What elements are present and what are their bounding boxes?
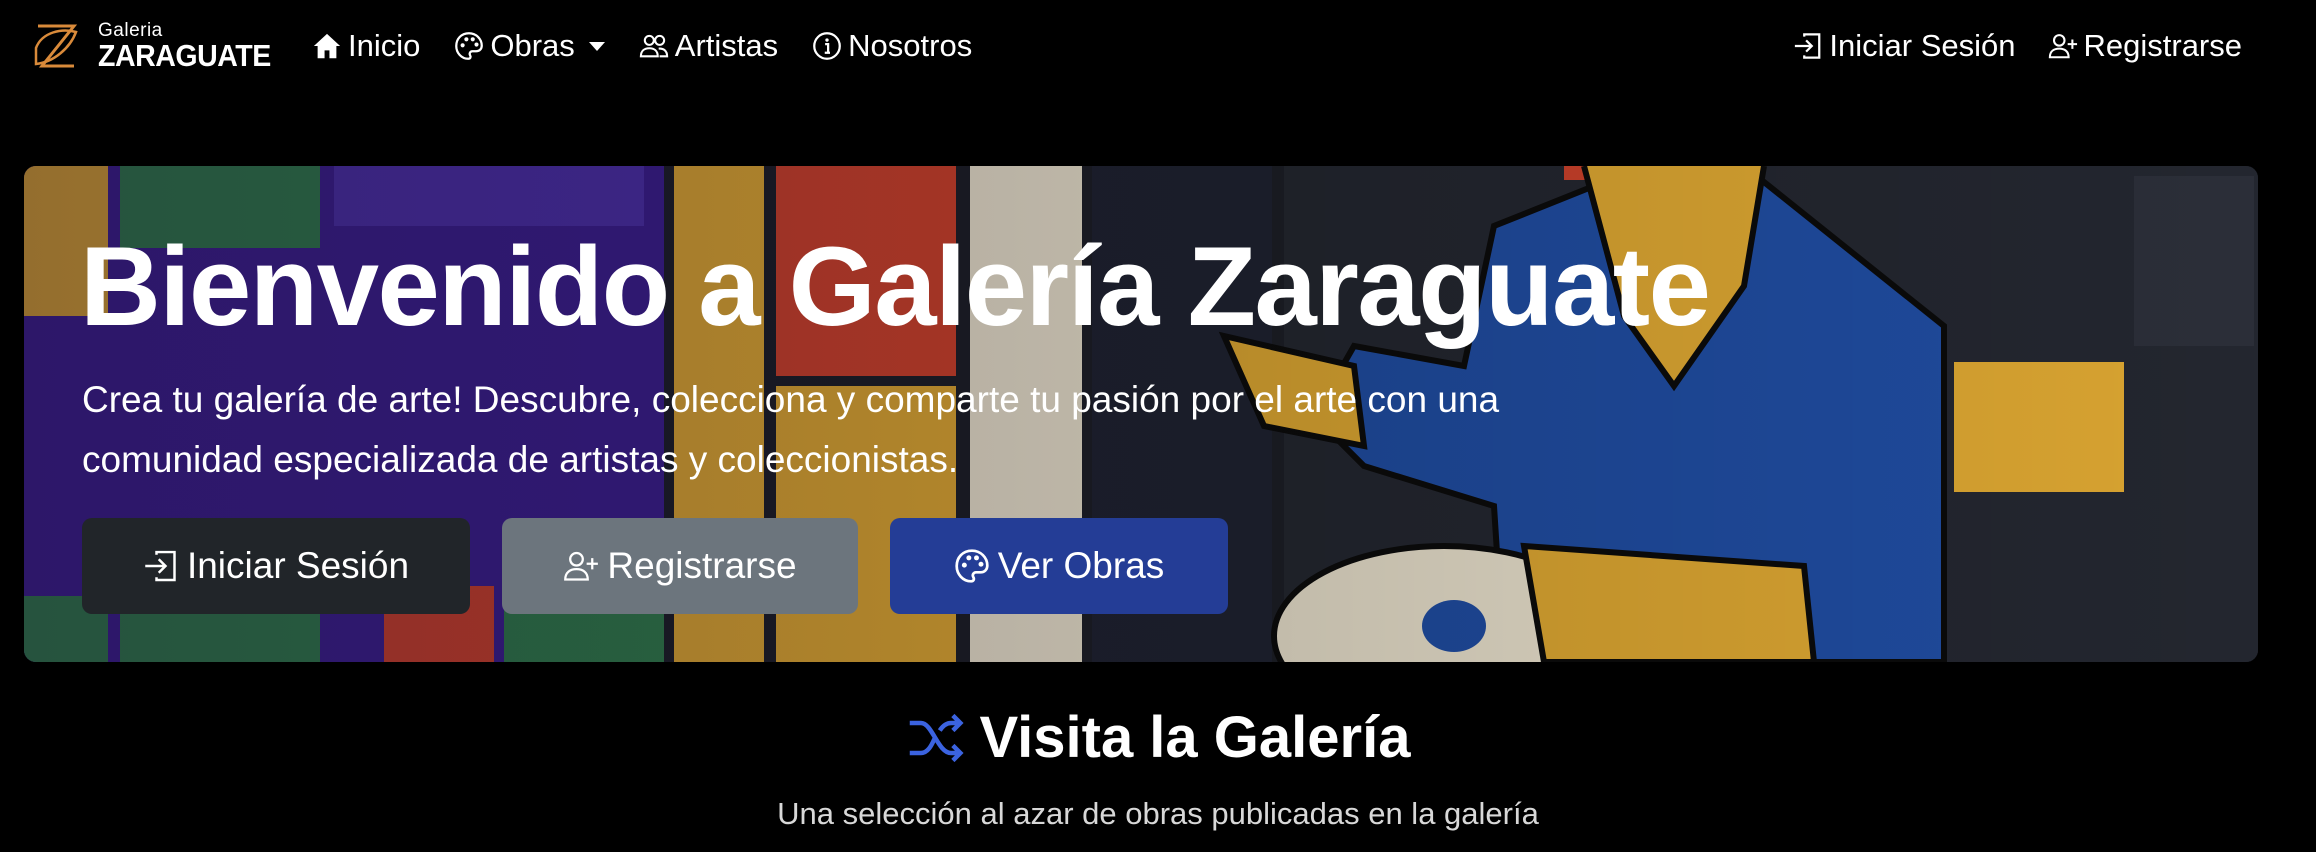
box-arrow-in-icon: [145, 550, 176, 582]
brand-link[interactable]: Galeria ZARAGUATE: [28, 18, 286, 74]
brand-text: Galeria ZARAGUATE: [98, 21, 286, 71]
hero-title: Bienvenido a Galería Zaraguate: [80, 224, 1711, 349]
navbar: Galeria ZARAGUATE Inicio Obras Artistas …: [0, 0, 2316, 92]
people-icon: [639, 34, 668, 58]
hero-login-label: Iniciar Sesión: [186, 545, 410, 586]
nav-artistas-label: Artistas: [674, 28, 779, 63]
nav-artistas[interactable]: Artistas: [639, 28, 778, 64]
section-title-text: Visita la Galería: [979, 705, 1411, 770]
chevron-down-icon: [588, 41, 605, 51]
hero-register-label: Registrarse: [607, 545, 797, 586]
info-circle-icon: [813, 32, 842, 60]
hero-view-obras-label: Ver Obras: [997, 545, 1165, 586]
hero-banner: Bienvenido a Galería Zaraguate Crea tu g…: [24, 166, 2258, 662]
hero-login-button[interactable]: Iniciar Sesión: [82, 518, 470, 614]
nav-login-label: Iniciar Sesión: [1829, 28, 2016, 63]
nav-auth: Iniciar Sesión Registrarse: [1761, 22, 2242, 70]
section-subtitle: Una selección al azar de obras publicada…: [777, 796, 1539, 831]
brand-name-text: ZARAGUATE: [98, 38, 271, 73]
box-arrow-in-icon: [1795, 33, 1821, 59]
hero-description: Crea tu galería de arte! Descubre, colec…: [82, 379, 1500, 480]
nav-inicio[interactable]: Inicio: [312, 28, 420, 64]
house-icon: [313, 33, 341, 59]
hero-view-obras-button[interactable]: Ver Obras: [890, 518, 1228, 614]
nav-register-label: Registrarse: [2083, 28, 2243, 63]
person-plus-icon: [564, 551, 599, 581]
palette-icon: [955, 549, 989, 583]
nav-login[interactable]: Iniciar Sesión: [1793, 28, 2016, 64]
person-plus-icon: [2048, 34, 2077, 59]
zaraguate-logo-icon: [34, 24, 78, 68]
shuffle-icon: [909, 713, 964, 762]
section-title: Visita la Galería: [0, 704, 2316, 771]
palette-icon: [455, 32, 484, 60]
nav-nosotros-label: Nosotros: [848, 28, 973, 63]
hero-register-button[interactable]: Registrarse: [502, 518, 858, 614]
hero-buttons: Iniciar Sesión Registrarse Ver Obras: [82, 518, 1260, 614]
nav-obras-dropdown[interactable]: Obras: [454, 28, 605, 64]
nav-obras-label: Obras: [490, 28, 575, 63]
nav-main: Inicio Obras Artistas Nosotros: [312, 22, 1006, 70]
nav-nosotros[interactable]: Nosotros: [812, 28, 972, 64]
nav-inicio-label: Inicio: [348, 28, 421, 63]
nav-register[interactable]: Registrarse: [2048, 28, 2243, 64]
